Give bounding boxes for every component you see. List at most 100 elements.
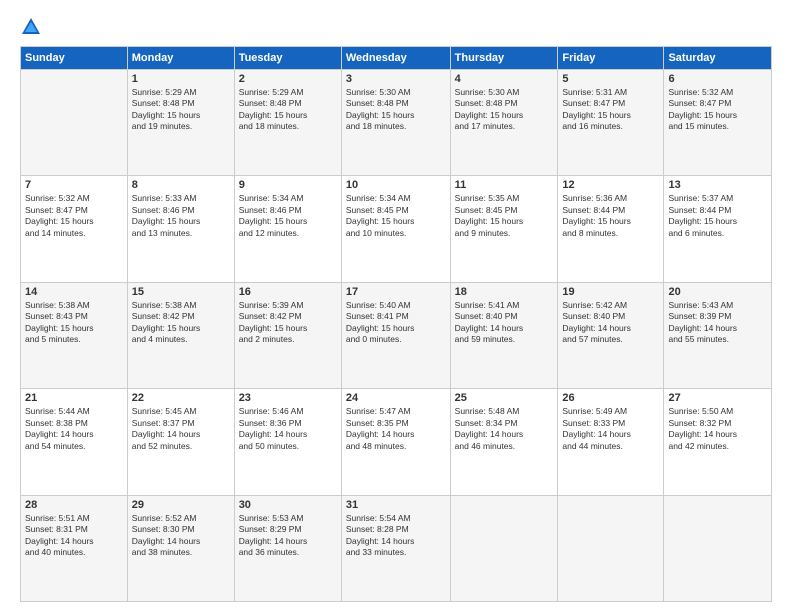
calendar-cell	[450, 495, 558, 601]
day-number: 31	[346, 499, 446, 511]
calendar-cell: 19 Sunrise: 5:42 AM Sunset: 8:40 PM Dayli…	[558, 282, 664, 388]
calendar-cell: 7 Sunrise: 5:32 AM Sunset: 8:47 PM Daylig…	[21, 176, 128, 282]
cell-info: Sunrise: 5:49 AM Sunset: 8:33 PM Dayligh…	[562, 406, 659, 452]
calendar-cell: 27 Sunrise: 5:50 AM Sunset: 8:32 PM Dayli…	[664, 389, 772, 495]
day-number: 16	[239, 286, 337, 298]
day-number: 4	[455, 73, 554, 85]
cell-info: Sunrise: 5:51 AM Sunset: 8:31 PM Dayligh…	[25, 513, 123, 559]
day-number: 30	[239, 499, 337, 511]
day-number: 19	[562, 286, 659, 298]
calendar-cell: 5 Sunrise: 5:31 AM Sunset: 8:47 PM Daylig…	[558, 70, 664, 176]
logo-icon	[20, 16, 42, 38]
cell-info: Sunrise: 5:50 AM Sunset: 8:32 PM Dayligh…	[668, 406, 767, 452]
cell-info: Sunrise: 5:44 AM Sunset: 8:38 PM Dayligh…	[25, 406, 123, 452]
cell-info: Sunrise: 5:42 AM Sunset: 8:40 PM Dayligh…	[562, 300, 659, 346]
day-header-monday: Monday	[127, 47, 234, 70]
calendar-cell: 9 Sunrise: 5:34 AM Sunset: 8:46 PM Daylig…	[234, 176, 341, 282]
cell-info: Sunrise: 5:46 AM Sunset: 8:36 PM Dayligh…	[239, 406, 337, 452]
cell-info: Sunrise: 5:29 AM Sunset: 8:48 PM Dayligh…	[132, 87, 230, 133]
cell-info: Sunrise: 5:30 AM Sunset: 8:48 PM Dayligh…	[455, 87, 554, 133]
calendar-cell: 2 Sunrise: 5:29 AM Sunset: 8:48 PM Daylig…	[234, 70, 341, 176]
calendar-cell: 16 Sunrise: 5:39 AM Sunset: 8:42 PM Dayli…	[234, 282, 341, 388]
cell-info: Sunrise: 5:31 AM Sunset: 8:47 PM Dayligh…	[562, 87, 659, 133]
week-row-1: 1 Sunrise: 5:29 AM Sunset: 8:48 PM Daylig…	[21, 70, 772, 176]
cell-info: Sunrise: 5:30 AM Sunset: 8:48 PM Dayligh…	[346, 87, 446, 133]
week-row-5: 28 Sunrise: 5:51 AM Sunset: 8:31 PM Dayli…	[21, 495, 772, 601]
day-number: 1	[132, 73, 230, 85]
header	[20, 16, 772, 38]
day-header-friday: Friday	[558, 47, 664, 70]
cell-info: Sunrise: 5:43 AM Sunset: 8:39 PM Dayligh…	[668, 300, 767, 346]
cell-info: Sunrise: 5:34 AM Sunset: 8:45 PM Dayligh…	[346, 193, 446, 239]
calendar-cell: 25Sunrise: 5:48 AM Sunset: 8:34 PM Dayli…	[450, 389, 558, 495]
day-number: 13	[668, 179, 767, 191]
calendar-cell: 8 Sunrise: 5:33 AM Sunset: 8:46 PM Daylig…	[127, 176, 234, 282]
cell-info: Sunrise: 5:29 AM Sunset: 8:48 PM Dayligh…	[239, 87, 337, 133]
day-number: 26	[562, 392, 659, 404]
day-number: 8	[132, 179, 230, 191]
calendar-cell: 4 Sunrise: 5:30 AM Sunset: 8:48 PM Daylig…	[450, 70, 558, 176]
calendar-cell	[558, 495, 664, 601]
cell-info: Sunrise: 5:52 AM Sunset: 8:30 PM Dayligh…	[132, 513, 230, 559]
cell-info: Sunrise: 5:38 AM Sunset: 8:43 PM Dayligh…	[25, 300, 123, 346]
day-number: 21	[25, 392, 123, 404]
calendar-cell: 6Sunrise: 5:32 AM Sunset: 8:47 PM Daylig…	[664, 70, 772, 176]
cell-info: Sunrise: 5:34 AM Sunset: 8:46 PM Dayligh…	[239, 193, 337, 239]
day-number: 10	[346, 179, 446, 191]
day-header-saturday: Saturday	[664, 47, 772, 70]
day-number: 17	[346, 286, 446, 298]
cell-info: Sunrise: 5:32 AM Sunset: 8:47 PM Dayligh…	[25, 193, 123, 239]
cell-info: Sunrise: 5:35 AM Sunset: 8:45 PM Dayligh…	[455, 193, 554, 239]
day-number: 15	[132, 286, 230, 298]
calendar-cell: 24 Sunrise: 5:47 AM Sunset: 8:35 PM Dayli…	[341, 389, 450, 495]
week-row-4: 21 Sunrise: 5:44 AM Sunset: 8:38 PM Dayli…	[21, 389, 772, 495]
day-header-tuesday: Tuesday	[234, 47, 341, 70]
calendar-cell: 22 Sunrise: 5:45 AM Sunset: 8:37 PM Dayli…	[127, 389, 234, 495]
calendar-cell: 14 Sunrise: 5:38 AM Sunset: 8:43 PM Dayli…	[21, 282, 128, 388]
calendar-cell: 23Sunrise: 5:46 AM Sunset: 8:36 PM Dayli…	[234, 389, 341, 495]
day-number: 29	[132, 499, 230, 511]
day-number: 27	[668, 392, 767, 404]
cell-info: Sunrise: 5:53 AM Sunset: 8:29 PM Dayligh…	[239, 513, 337, 559]
calendar-cell	[664, 495, 772, 601]
week-row-2: 7 Sunrise: 5:32 AM Sunset: 8:47 PM Daylig…	[21, 176, 772, 282]
logo	[20, 16, 46, 38]
calendar-cell: 11 Sunrise: 5:35 AM Sunset: 8:45 PM Dayli…	[450, 176, 558, 282]
day-number: 14	[25, 286, 123, 298]
calendar-cell: 21 Sunrise: 5:44 AM Sunset: 8:38 PM Dayli…	[21, 389, 128, 495]
calendar-cell: 15 Sunrise: 5:38 AM Sunset: 8:42 PM Dayli…	[127, 282, 234, 388]
calendar-cell: 12Sunrise: 5:36 AM Sunset: 8:44 PM Dayli…	[558, 176, 664, 282]
cell-info: Sunrise: 5:45 AM Sunset: 8:37 PM Dayligh…	[132, 406, 230, 452]
calendar-cell: 10 Sunrise: 5:34 AM Sunset: 8:45 PM Dayli…	[341, 176, 450, 282]
day-number: 3	[346, 73, 446, 85]
calendar-cell: 20Sunrise: 5:43 AM Sunset: 8:39 PM Dayli…	[664, 282, 772, 388]
calendar-cell: 31 Sunrise: 5:54 AM Sunset: 8:28 PM Dayli…	[341, 495, 450, 601]
calendar-cell: 18 Sunrise: 5:41 AM Sunset: 8:40 PM Dayli…	[450, 282, 558, 388]
calendar-cell: 26 Sunrise: 5:49 AM Sunset: 8:33 PM Dayli…	[558, 389, 664, 495]
cell-info: Sunrise: 5:54 AM Sunset: 8:28 PM Dayligh…	[346, 513, 446, 559]
day-number: 2	[239, 73, 337, 85]
cell-info: Sunrise: 5:33 AM Sunset: 8:46 PM Dayligh…	[132, 193, 230, 239]
day-number: 5	[562, 73, 659, 85]
cell-info: Sunrise: 5:41 AM Sunset: 8:40 PM Dayligh…	[455, 300, 554, 346]
week-row-3: 14 Sunrise: 5:38 AM Sunset: 8:43 PM Dayli…	[21, 282, 772, 388]
day-number: 7	[25, 179, 123, 191]
day-number: 24	[346, 392, 446, 404]
calendar-cell: 29 Sunrise: 5:52 AM Sunset: 8:30 PM Dayli…	[127, 495, 234, 601]
cell-info: Sunrise: 5:47 AM Sunset: 8:35 PM Dayligh…	[346, 406, 446, 452]
calendar-cell: 13Sunrise: 5:37 AM Sunset: 8:44 PM Dayli…	[664, 176, 772, 282]
day-number: 28	[25, 499, 123, 511]
day-number: 9	[239, 179, 337, 191]
calendar-cell: 30 Sunrise: 5:53 AM Sunset: 8:29 PM Dayli…	[234, 495, 341, 601]
calendar-cell: 17Sunrise: 5:40 AM Sunset: 8:41 PM Dayli…	[341, 282, 450, 388]
day-number: 22	[132, 392, 230, 404]
day-number: 18	[455, 286, 554, 298]
cell-info: Sunrise: 5:39 AM Sunset: 8:42 PM Dayligh…	[239, 300, 337, 346]
calendar-cell: 3 Sunrise: 5:30 AM Sunset: 8:48 PM Daylig…	[341, 70, 450, 176]
day-number: 25	[455, 392, 554, 404]
day-number: 11	[455, 179, 554, 191]
calendar-cell: 1 Sunrise: 5:29 AM Sunset: 8:48 PM Daylig…	[127, 70, 234, 176]
cell-info: Sunrise: 5:38 AM Sunset: 8:42 PM Dayligh…	[132, 300, 230, 346]
calendar-cell	[21, 70, 128, 176]
cell-info: Sunrise: 5:36 AM Sunset: 8:44 PM Dayligh…	[562, 193, 659, 239]
